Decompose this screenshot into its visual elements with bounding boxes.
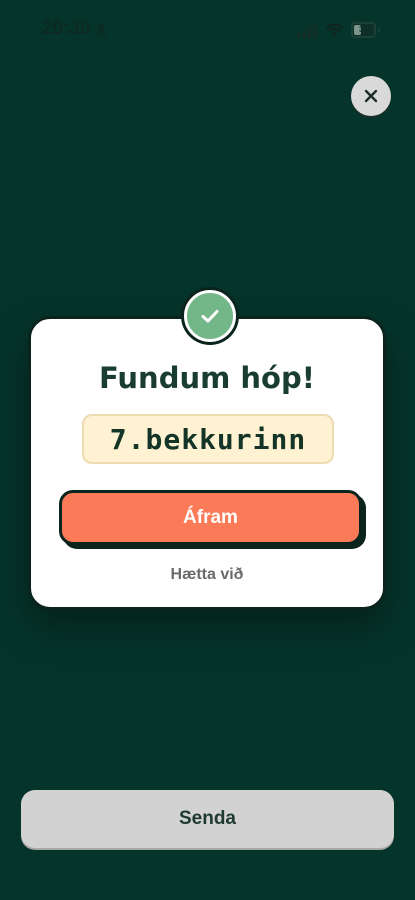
send-button[interactable]: Senda bbox=[21, 790, 394, 848]
bell-slash-icon bbox=[94, 24, 108, 38]
status-time: 20:30 bbox=[42, 18, 91, 39]
dialog-title: Fundum hóp! bbox=[99, 361, 315, 395]
signal-icon bbox=[297, 24, 317, 38]
status-bar: 20:30 36 bbox=[0, 0, 415, 58]
continue-button[interactable]: Áfram bbox=[59, 490, 362, 545]
battery-icon: 36 bbox=[351, 22, 376, 38]
wifi-icon bbox=[325, 23, 344, 38]
battery-level: 36 bbox=[359, 25, 368, 34]
close-icon bbox=[364, 89, 378, 103]
group-found-dialog: Fundum hóp! 7.bekkurinn Áfram Hætta við bbox=[28, 316, 386, 610]
close-button[interactable] bbox=[351, 76, 391, 116]
check-icon bbox=[201, 310, 219, 323]
success-badge bbox=[184, 290, 236, 342]
group-name-display: 7.bekkurinn bbox=[82, 414, 334, 464]
cancel-button[interactable]: Hætta við bbox=[31, 566, 383, 584]
battery-tip bbox=[378, 27, 380, 33]
